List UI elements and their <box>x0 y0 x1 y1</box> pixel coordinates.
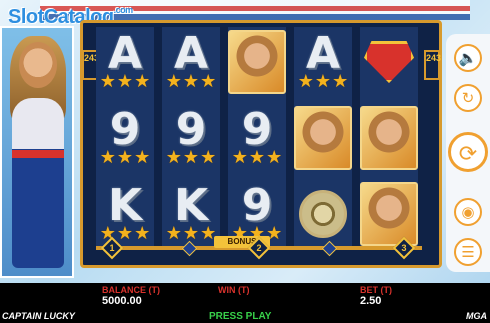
emblem-symbol <box>364 41 414 83</box>
star-icon: ★ <box>182 71 200 91</box>
hero-portrait-symbol <box>228 30 286 94</box>
symbol-cell <box>228 27 286 97</box>
menu-icon[interactable]: ☰ <box>454 238 482 266</box>
symbol-cell: A ★ ★ ★ <box>294 27 352 97</box>
symbol-cell <box>360 103 418 173</box>
game-name: CAPTAIN LUCKY <box>2 311 75 321</box>
bonus-node-1: 1 <box>100 236 124 260</box>
hero-body <box>12 98 64 268</box>
symbol-cell <box>360 27 418 97</box>
star-rating: ★ ★ ★ <box>166 148 216 166</box>
reel-4: A ★ ★ ★ <box>294 27 352 249</box>
symbol-cell: A ★ ★ ★ <box>96 27 154 97</box>
star-icon: ★ <box>297 71 314 91</box>
star-icon: ★ <box>134 147 151 167</box>
star-icon: ★ <box>134 71 151 91</box>
letter-symbol: A <box>305 28 341 79</box>
watermark-suffix: .com <box>113 5 134 15</box>
letter-symbol: K <box>173 180 209 231</box>
letter-symbol: K <box>107 180 143 231</box>
symbol-cell: 9 ★ ★ ★ <box>228 103 286 173</box>
hero-character <box>0 26 74 278</box>
star-icon: ★ <box>248 147 266 167</box>
star-icon: ★ <box>314 71 332 91</box>
bonus-node-1-label: 1 <box>109 243 115 253</box>
star-icon: ★ <box>99 71 116 91</box>
star-icon: ★ <box>200 147 217 167</box>
symbol-cell <box>294 103 352 173</box>
letter-symbol: 9 <box>241 180 273 231</box>
status-text: PRESS PLAY <box>209 311 272 322</box>
star-rating: ★ ★ ★ <box>232 148 282 166</box>
license-label: MGA <box>466 311 487 321</box>
ways-badge-right: 243 <box>424 50 441 80</box>
bonus-node-3-label: 3 <box>401 243 407 253</box>
star-icon: ★ <box>200 71 217 91</box>
spin-icon[interactable]: ⟳ <box>448 132 488 172</box>
hero-portrait-symbol <box>294 106 352 170</box>
balance-value: 5000.00 <box>102 295 142 307</box>
reel-1: A ★ ★ ★ 9 ★ ★ ★ K ★ ★ ★ <box>96 27 154 249</box>
reel-3: 9 ★ ★ ★ 9 ★ ★ ★ <box>228 27 286 249</box>
control-panel: 🔈 ↻ ⟳ ◉ ☰ <box>446 34 490 272</box>
letter-symbol: A <box>173 28 209 79</box>
bonus-node-2-label: 2 <box>256 243 262 253</box>
bonus-node-3: 3 <box>392 236 416 260</box>
coin-stack-icon[interactable]: ◉ <box>454 198 482 226</box>
star-icon: ★ <box>165 147 182 167</box>
star-icon: ★ <box>266 147 283 167</box>
reel-2: A ★ ★ ★ 9 ★ ★ ★ K ★ ★ ★ <box>162 27 220 249</box>
bet-label: BET (T) <box>360 285 392 295</box>
star-rating: ★ ★ ★ <box>100 72 150 90</box>
hero-portrait-symbol <box>360 106 418 170</box>
star-icon: ★ <box>332 71 349 91</box>
star-rating: ★ ★ ★ <box>100 148 150 166</box>
star-icon: ★ <box>165 71 182 91</box>
star-icon: ★ <box>116 147 134 167</box>
star-rating: ★ ★ ★ <box>298 72 348 90</box>
hero-belt <box>12 150 64 158</box>
letter-symbol: 9 <box>241 104 273 155</box>
star-icon: ★ <box>99 147 116 167</box>
symbol-cell: 9 ★ ★ ★ <box>162 103 220 173</box>
balance-label: BALANCE (T) <box>102 285 160 295</box>
bonus-diamond <box>181 240 198 257</box>
speaker-icon[interactable]: 🔈 <box>454 44 482 72</box>
reel-5 <box>360 27 418 249</box>
star-icon: ★ <box>116 71 134 91</box>
letter-symbol: 9 <box>109 104 141 155</box>
win-label: WIN (T) <box>218 285 250 295</box>
letter-symbol: A <box>107 28 143 79</box>
footer-bar: BALANCE (T) 5000.00 WIN (T) BET (T) 2.50… <box>0 283 490 323</box>
symbol-cell: 9 ★ ★ ★ <box>96 103 154 173</box>
star-icon: ★ <box>231 147 248 167</box>
bonus-bar: BONUS 1 2 3 <box>86 236 432 262</box>
symbol-cell: A ★ ★ ★ <box>162 27 220 97</box>
star-icon: ★ <box>182 147 200 167</box>
autoplay-icon[interactable]: ↻ <box>454 84 482 112</box>
letter-symbol: 9 <box>175 104 207 155</box>
hero-head <box>19 42 57 88</box>
star-rating: ★ ★ ★ <box>166 72 216 90</box>
bet-value[interactable]: 2.50 <box>360 295 381 307</box>
bonus-diamond <box>321 240 338 257</box>
reel-grid: A ★ ★ ★ 9 ★ ★ ★ K ★ ★ ★ A ★ ★ ★ 9 ★ ★ ★ K ★ ★ ★ 9 ★ ★ ★ 9 ★ ★ ★ A ★ ★ ★ <box>96 27 418 249</box>
orb-symbol <box>299 190 347 238</box>
